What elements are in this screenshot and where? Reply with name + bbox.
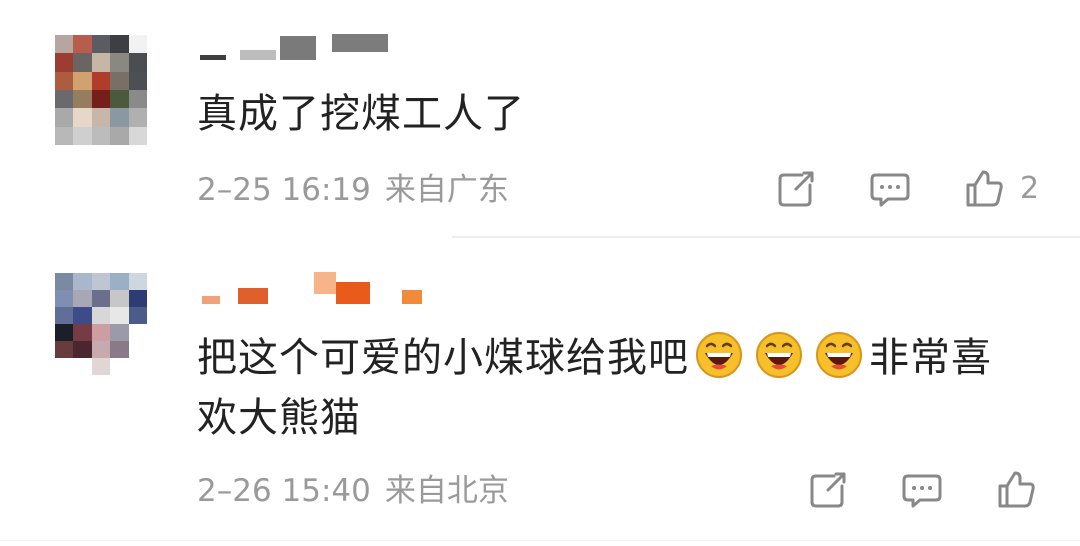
- username[interactable]: [198, 34, 398, 60]
- avatar[interactable]: [55, 273, 147, 375]
- avatar[interactable]: [55, 35, 147, 145]
- divider: [0, 540, 1080, 541]
- comment-text-part: 非常喜: [869, 335, 992, 381]
- username-blur: [314, 272, 336, 294]
- comment-text-part: 欢大熊猫: [197, 395, 361, 441]
- share-icon: [778, 171, 814, 207]
- grinning-face-emoji: [756, 332, 802, 378]
- grinning-face-emoji: [696, 332, 742, 378]
- thumbs-up-icon: [966, 170, 1003, 207]
- comment-actions: 2: [0, 167, 1080, 217]
- comment-button[interactable]: [900, 468, 944, 512]
- comment-text: 真成了挖煤工人了: [197, 91, 525, 137]
- comment-button[interactable]: [868, 167, 912, 211]
- like-count: 2: [1020, 171, 1040, 206]
- thumbs-up-icon: [998, 471, 1035, 508]
- username-blur: [200, 55, 226, 60]
- like-button[interactable]: [962, 167, 1006, 211]
- username-blur: [332, 34, 388, 52]
- username-blur: [240, 50, 276, 60]
- comment-icon: [870, 173, 910, 207]
- username-blur: [238, 288, 268, 304]
- share-button[interactable]: [774, 167, 818, 211]
- comment-text: 把这个可爱的小煤球给我吧 非常喜欢大熊猫: [197, 328, 992, 448]
- comment-item: 把这个可爱的小煤球给我吧 非常喜 欢大熊猫 2–26 15:40 来自北京: [0, 238, 1080, 540]
- share-icon: [810, 472, 846, 508]
- username[interactable]: [198, 272, 422, 304]
- comment-item: 真成了挖煤工人了 2–25 16:19 来自广东 2: [0, 0, 1080, 236]
- comment-text-part: 把这个可爱的小煤球给我吧: [197, 335, 689, 381]
- username-blur: [336, 282, 370, 304]
- like-button[interactable]: [994, 468, 1038, 512]
- comment-actions: [0, 468, 1080, 518]
- username-blur: [402, 290, 422, 304]
- share-button[interactable]: [806, 468, 850, 512]
- username-blur: [202, 296, 220, 304]
- comment-icon: [902, 474, 942, 508]
- grinning-face-emoji: [816, 332, 862, 378]
- username-blur: [280, 36, 316, 60]
